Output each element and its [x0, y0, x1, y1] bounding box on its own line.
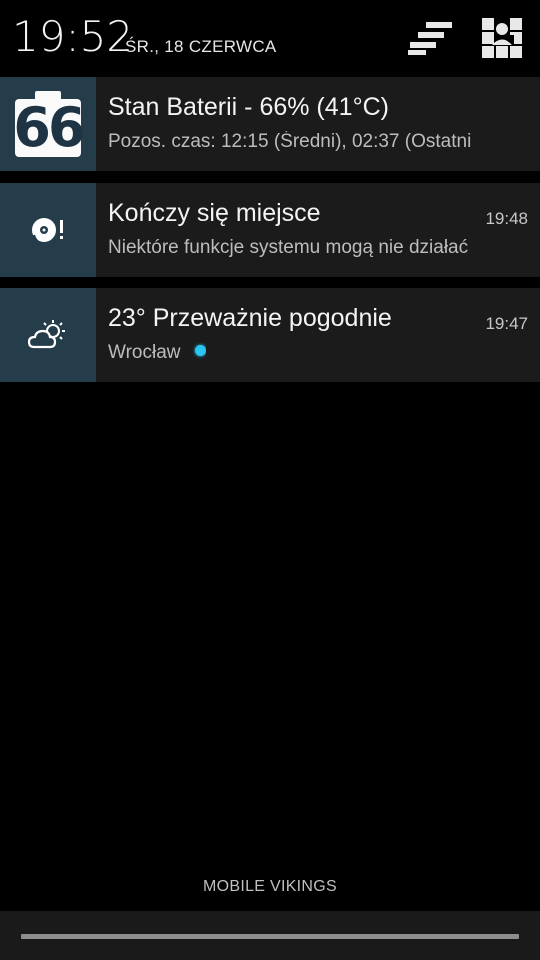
notification-text-row: Wrocław [108, 342, 206, 364]
notification-icon-box: 66 [0, 77, 96, 171]
battery-66-icon: 66 [13, 89, 86, 159]
notification-title: 23° Przeważnie pogodnie [108, 304, 392, 332]
clear-all-button[interactable] [406, 14, 454, 62]
clock: 19:52 [12, 12, 134, 61]
clear-all-icon [408, 22, 452, 55]
notification-icon-box [0, 288, 96, 382]
notification-time: 19:47 [485, 314, 528, 333]
shade-bottom-bar[interactable] [0, 911, 540, 960]
notification-battery[interactable]: 66 Stan Baterii - 66% (41°C) Pozos. czas… [0, 77, 540, 171]
quick-settings-icon [482, 18, 522, 58]
status-dot-icon [194, 345, 206, 356]
notification-weather[interactable]: 23° Przeważnie pogodnie 19:47 Wrocław [0, 288, 540, 382]
battery-level-text: 66 [13, 96, 86, 159]
notification-time: 19:48 [485, 209, 528, 228]
storage-warning-icon [32, 218, 63, 244]
shade-drag-handle[interactable] [21, 934, 519, 939]
quick-settings-button[interactable] [478, 14, 526, 62]
weather-partly-cloudy-icon [28, 320, 65, 349]
notification-low-storage[interactable]: Kończy się miejsce 19:48 Niektóre funkcj… [0, 183, 540, 277]
notification-title: Kończy się miejsce [108, 199, 321, 227]
carrier-label: MOBILE VIKINGS [202, 878, 337, 895]
notification-shade-header: 19:52 ŚR., 18 CZERWCA [0, 0, 540, 76]
weather-location: Wrocław [108, 342, 181, 363]
notification-text: Pozos. czas: 12:15 (Średni), 02:37 (Osta… [108, 131, 472, 152]
date-label[interactable]: ŚR., 18 CZERWCA [125, 37, 277, 57]
notification-text: Niektóre funkcje systemu mogą nie działa… [108, 237, 469, 258]
notification-icon-box [0, 183, 96, 277]
notification-title: Stan Baterii - 66% (41°C) [108, 93, 389, 121]
